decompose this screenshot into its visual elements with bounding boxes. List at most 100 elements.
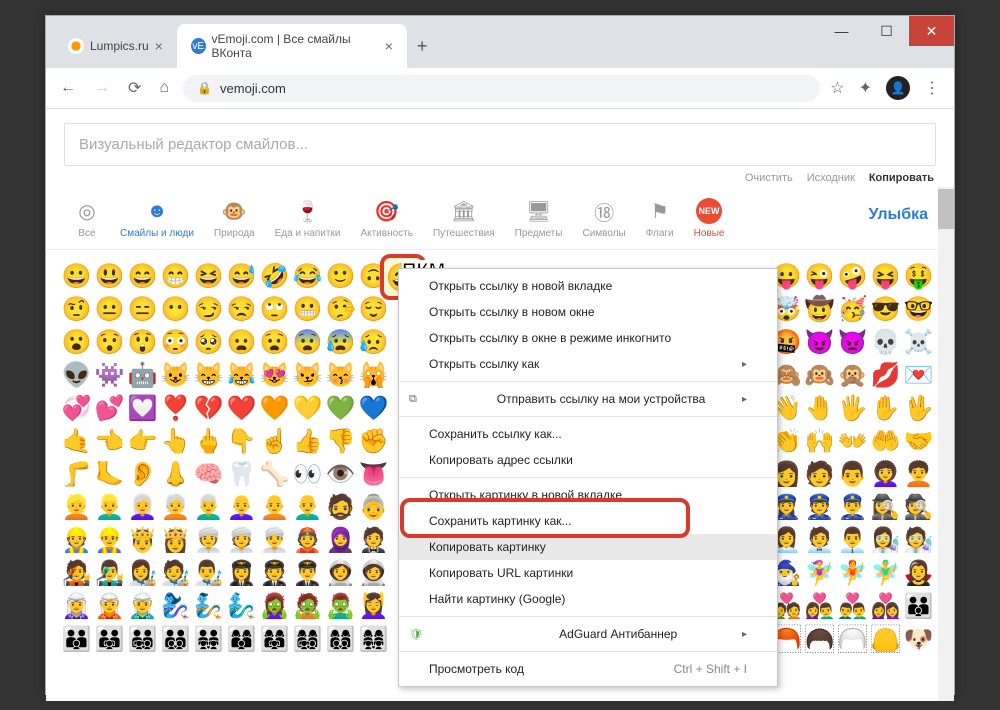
emoji-cell[interactable]: 🐶: [902, 623, 935, 656]
emoji-cell[interactable]: 😐: [93, 293, 126, 326]
emoji-cell[interactable]: 👩‍🔬: [869, 524, 902, 557]
cat-objects[interactable]: 🖥Предметы: [505, 198, 573, 239]
emoji-cell[interactable]: 😽: [324, 359, 357, 392]
cat-symbols[interactable]: ⑱Символы: [572, 198, 635, 239]
emoji-cell[interactable]: 🙌: [803, 425, 836, 458]
emoji-cell[interactable]: 👾: [93, 359, 126, 392]
emoji-cell[interactable]: 🦵: [60, 458, 93, 491]
emoji-cell[interactable]: 🧑‍🚀: [357, 557, 390, 590]
emoji-cell[interactable]: 🤑: [902, 260, 935, 293]
ctx-open-new-tab[interactable]: Открыть ссылку в новой вкладке: [399, 273, 777, 299]
home-icon[interactable]: ⌂: [155, 75, 173, 101]
emoji-cell[interactable]: 💟: [126, 392, 159, 425]
emoji-cell[interactable]: 😹: [225, 359, 258, 392]
emoji-cell[interactable]: 😜: [803, 260, 836, 293]
emoji-cell[interactable]: 🧟: [291, 590, 324, 623]
ctx-open-incognito[interactable]: Открыть ссылку в окне в режиме инкогнито: [399, 325, 777, 351]
emoji-cell[interactable]: 👂: [126, 458, 159, 491]
emoji-cell[interactable]: 🤨: [60, 293, 93, 326]
emoji-cell[interactable]: 💚: [324, 392, 357, 425]
emoji-cell[interactable]: 🧡: [258, 392, 291, 425]
emoji-cell[interactable]: 🦱: [803, 623, 836, 656]
emoji-cell[interactable]: 🧝‍♀️: [60, 590, 93, 623]
emoji-cell[interactable]: 🧚‍♀️: [803, 557, 836, 590]
emoji-cell[interactable]: 🙊: [836, 359, 869, 392]
emoji-cell[interactable]: 🧔: [324, 491, 357, 524]
emoji-cell[interactable]: 🤓: [902, 293, 935, 326]
cat-travel[interactable]: 🏛Путешествия: [423, 198, 505, 239]
bookmark-icon[interactable]: ☆: [830, 78, 844, 98]
emoji-cell[interactable]: 🤪: [836, 260, 869, 293]
emoji-cell[interactable]: 🦳: [836, 623, 869, 656]
emoji-cell[interactable]: 😸: [192, 359, 225, 392]
emoji-cell[interactable]: 🤖: [126, 359, 159, 392]
ctx-search-image[interactable]: Найти картинку (Google): [399, 586, 777, 612]
emoji-cell[interactable]: 😝: [869, 260, 902, 293]
emoji-cell[interactable]: 😶: [159, 293, 192, 326]
emoji-cell[interactable]: 👨‍👨‍👦‍👦: [159, 623, 192, 656]
emoji-cell[interactable]: 💛: [291, 392, 324, 425]
vertical-scrollbar[interactable]: [938, 187, 954, 701]
emoji-cell[interactable]: 😬: [291, 293, 324, 326]
emoji-cell[interactable]: 💞: [60, 392, 93, 425]
emoji-cell[interactable]: 🧞: [192, 590, 225, 623]
ctx-open-as[interactable]: Открыть ссылку как: [399, 351, 777, 377]
close-icon[interactable]: ×: [385, 38, 393, 54]
emoji-cell[interactable]: 👩‍🦲: [225, 491, 258, 524]
emoji-cell[interactable]: 🧑: [803, 458, 836, 491]
emoji-cell[interactable]: 🧠: [192, 458, 225, 491]
emoji-cell[interactable]: 👩‍👩‍👧: [258, 623, 291, 656]
emoji-cell[interactable]: 🧛‍♀️: [902, 557, 935, 590]
emoji-cell[interactable]: 💙: [357, 392, 390, 425]
ctx-copy-image[interactable]: Копировать картинку: [399, 534, 777, 560]
emoji-cell[interactable]: 🥺: [192, 326, 225, 359]
emoji-cell[interactable]: 👨‍❤️‍👨: [836, 590, 869, 623]
emoji-cell[interactable]: 🙉: [803, 359, 836, 392]
emoji-cell[interactable]: 👷‍♂️: [93, 524, 126, 557]
emoji-cell[interactable]: 👨‍🦲: [291, 491, 324, 524]
cat-flags[interactable]: ⚑Флаги: [636, 198, 684, 239]
emoji-cell[interactable]: 💕: [93, 392, 126, 425]
emoji-cell[interactable]: 👩‍👩‍👧‍👦: [291, 623, 324, 656]
emoji-cell[interactable]: 👩‍🦳: [126, 491, 159, 524]
emoji-cell[interactable]: 😼: [291, 359, 324, 392]
emoji-cell[interactable]: 🤵: [357, 524, 390, 557]
emoji-cell[interactable]: 🤙: [60, 425, 93, 458]
emoji-cell[interactable]: 👮: [803, 491, 836, 524]
emoji-cell[interactable]: 😀: [60, 260, 93, 293]
emoji-cell[interactable]: 👽: [60, 359, 93, 392]
emoji-cell[interactable]: 👩‍👩‍👦‍👦: [324, 623, 357, 656]
cat-food[interactable]: 🍷Еда и напитки: [265, 198, 351, 239]
extensions-icon[interactable]: ✦: [855, 74, 876, 102]
ctx-save-image-as[interactable]: Сохранить картинку как...: [399, 508, 777, 534]
emoji-cell[interactable]: 👳‍♂️: [258, 524, 291, 557]
emoji-cell[interactable]: 👆: [159, 425, 192, 458]
emoji-cell[interactable]: 👲: [291, 524, 324, 557]
emoji-cell[interactable]: 👨‍👨‍👧‍👧: [192, 623, 225, 656]
emoji-cell[interactable]: 😅: [225, 260, 258, 293]
emoji-cell[interactable]: 👩‍❤️‍👩: [869, 590, 902, 623]
profile-avatar[interactable]: 👤: [886, 76, 910, 100]
emoji-cell[interactable]: 👨‍👨‍👧‍👦: [126, 623, 159, 656]
emoji-cell[interactable]: 😦: [225, 326, 258, 359]
cat-smiles[interactable]: ☻Смайлы и люди: [110, 198, 204, 239]
tab-vemoji[interactable]: vE vEmoji.com | Все смайлы ВКонта ×: [177, 24, 407, 68]
emoji-cell[interactable]: 👿: [836, 326, 869, 359]
emoji-cell[interactable]: 😲: [126, 326, 159, 359]
emoji-cell[interactable]: 👩‍🦱: [869, 458, 902, 491]
back-icon[interactable]: ←: [56, 75, 80, 101]
emoji-cell[interactable]: 🧑‍🎨: [159, 557, 192, 590]
emoji-cell[interactable]: 😑: [126, 293, 159, 326]
emoji-cell[interactable]: 😯: [93, 326, 126, 359]
emoji-cell[interactable]: 😻: [258, 359, 291, 392]
emoji-cell[interactable]: 👩‍✈️: [225, 557, 258, 590]
emoji-cell[interactable]: 🧚: [836, 557, 869, 590]
emoji-cell[interactable]: 👉: [126, 425, 159, 458]
emoji-cell[interactable]: 🥳: [836, 293, 869, 326]
emoji-cell[interactable]: 💆‍♀️: [357, 590, 390, 623]
emoji-cell[interactable]: 👨‍👨‍👦: [60, 623, 93, 656]
emoji-cell[interactable]: 🧝‍♂️: [126, 590, 159, 623]
menu-icon[interactable]: ⋮: [920, 74, 944, 102]
emoji-cell[interactable]: 🤚: [803, 392, 836, 425]
emoji-cell[interactable]: 🙄: [258, 293, 291, 326]
